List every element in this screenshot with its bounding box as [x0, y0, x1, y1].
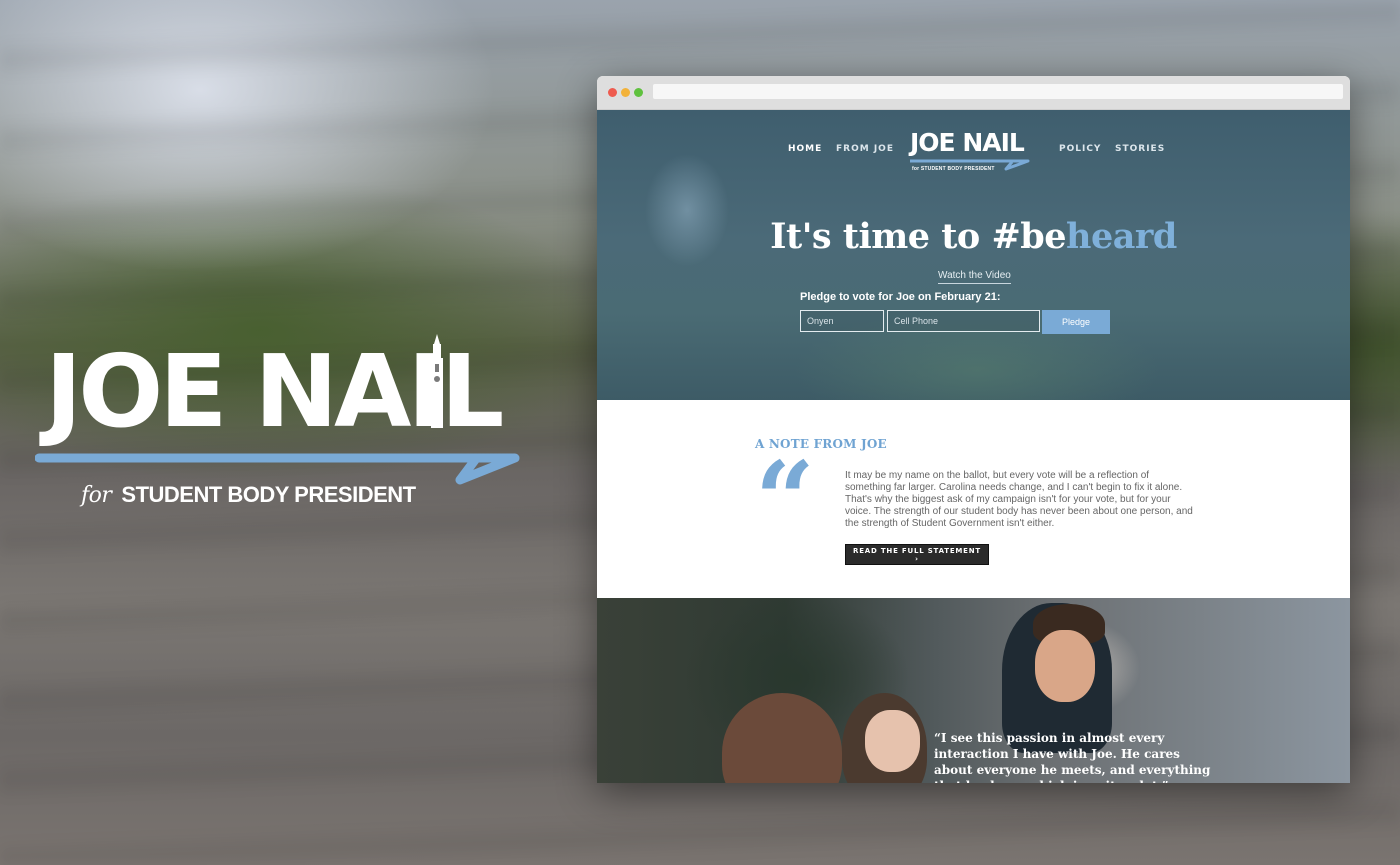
testimonial-quote: “I see this passion in almost every inte…	[934, 731, 1211, 783]
browser-chrome	[597, 76, 1350, 110]
address-bar[interactable]	[653, 84, 1343, 99]
headline-highlight: heard	[1066, 216, 1177, 257]
pledge-label: Pledge to vote for Joe on February 21:	[800, 291, 1001, 303]
logo-tagline: for STUDENT BODY PRESIDENT	[81, 482, 416, 508]
pledge-button[interactable]: Pledge	[1042, 310, 1110, 334]
bell-tower-icon	[431, 334, 443, 428]
hero-headline: It's time to #beheard	[597, 216, 1350, 257]
read-full-statement-button[interactable]: READ THE FULL STATEMENT ›	[845, 544, 989, 565]
headline-main: It's time to #be	[770, 216, 1067, 257]
cell-phone-input[interactable]	[887, 310, 1040, 332]
student-photo-1	[722, 693, 842, 783]
nav-policy[interactable]: POLICY	[1059, 144, 1101, 154]
site-nav: HOME FROM JOE JOE NAIL for STUDENT BODY …	[597, 110, 1350, 190]
campaign-logo: JOE NAIL for STUDENT BODY PRESIDENT	[35, 330, 525, 520]
maximize-window-icon[interactable]	[634, 88, 643, 97]
quote-icon: “	[755, 438, 815, 561]
nav-logo-wordmark: JOE NAIL	[910, 128, 1025, 157]
student-face-2	[865, 710, 920, 772]
note-section: A NOTE FROM JOE “ It may be my name on t…	[597, 400, 1350, 598]
tagline-for: for	[81, 483, 112, 508]
hero-section: HOME FROM JOE JOE NAIL for STUDENT BODY …	[597, 110, 1350, 400]
watch-video-link[interactable]: Watch the Video	[938, 270, 1011, 284]
nav-logo[interactable]: JOE NAIL for STUDENT BODY PRESIDENT	[908, 130, 1033, 180]
onyen-input[interactable]	[800, 310, 884, 332]
nav-from-joe[interactable]: FROM JOE	[836, 144, 894, 154]
tagline-office: STUDENT BODY PRESIDENT	[121, 482, 416, 507]
browser-window: HOME FROM JOE JOE NAIL for STUDENT BODY …	[597, 76, 1350, 783]
nav-logo-subtitle: for STUDENT BODY PRESIDENT	[912, 166, 995, 172]
nav-home[interactable]: HOME	[788, 144, 822, 154]
note-body: It may be my name on the ballot, but eve…	[845, 470, 1193, 529]
minimize-window-icon[interactable]	[621, 88, 630, 97]
close-window-icon[interactable]	[608, 88, 617, 97]
joe-face	[1035, 630, 1095, 702]
stories-section: “I see this passion in almost every inte…	[597, 598, 1350, 783]
nav-stories[interactable]: STORIES	[1115, 144, 1165, 154]
